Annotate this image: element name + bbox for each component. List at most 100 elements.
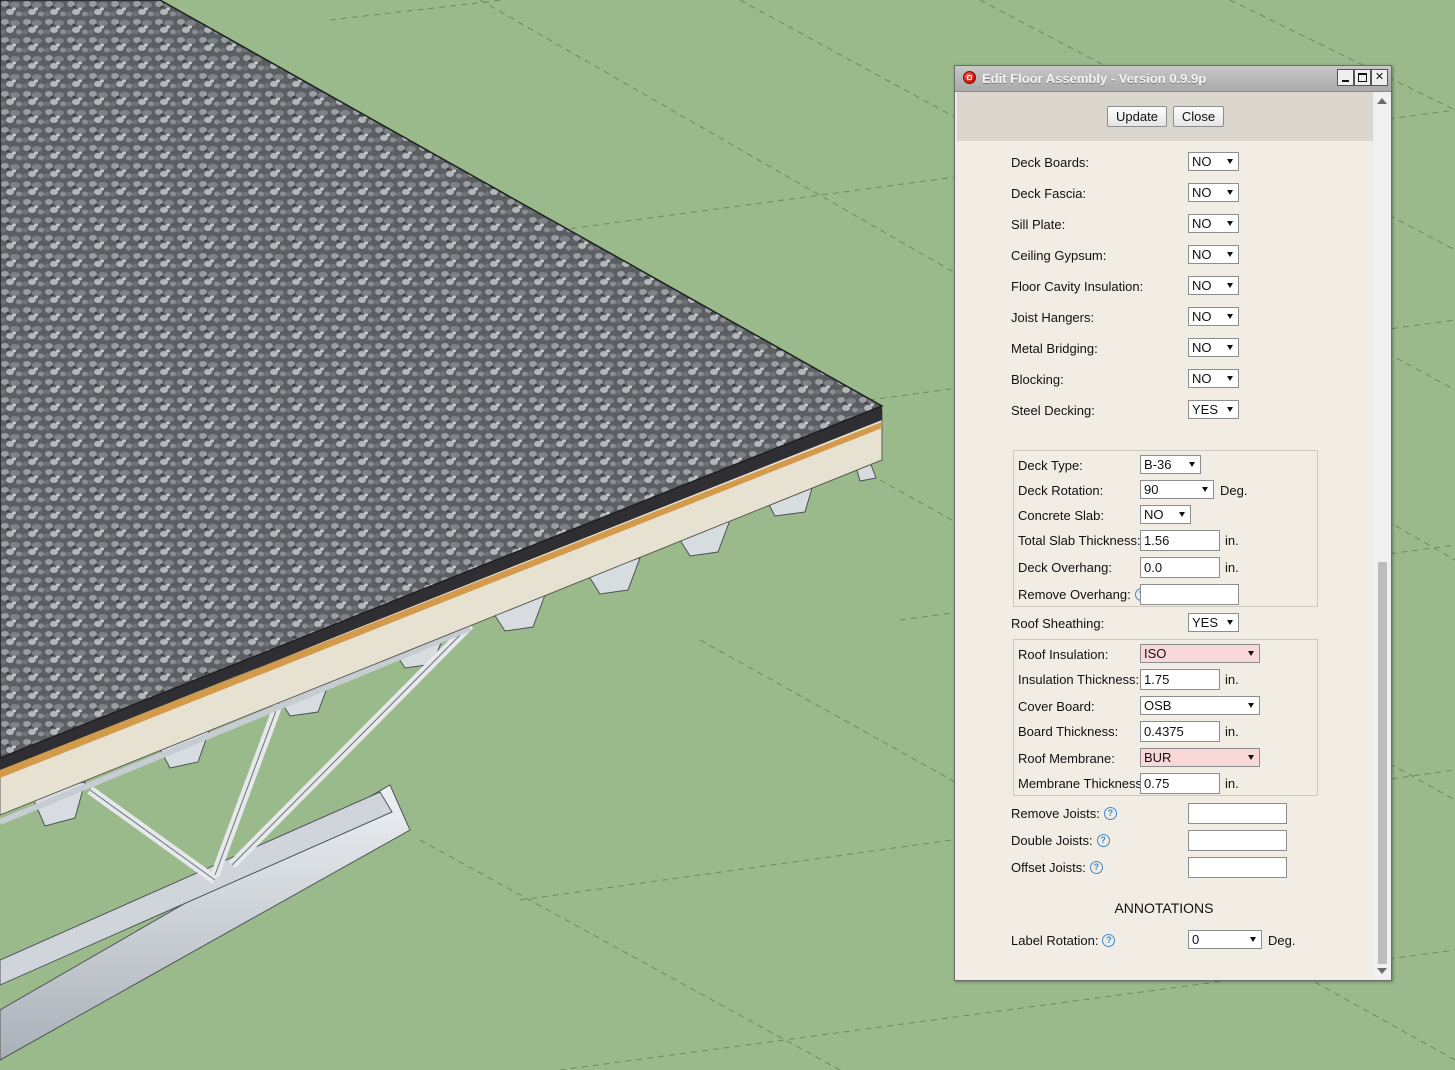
scrollbar-thumb[interactable] [1378, 562, 1387, 964]
double-joists-label: Double Joists: [1011, 833, 1093, 848]
update-button[interactable]: Update [1107, 106, 1167, 127]
roof-sheathing-select[interactable]: YES [1188, 613, 1239, 632]
roof-sheathing-row: Roof Sheathing: YES [955, 613, 1373, 635]
board-thickness-label: Board Thickness: [1018, 724, 1119, 739]
insulation-thickness-input[interactable]: 1.75 [1140, 669, 1220, 690]
joist-hangers-label: Joist Hangers: [1011, 310, 1095, 325]
remove-overhang-row: Remove Overhang:? [1014, 584, 1317, 606]
remove-joists-input[interactable] [1188, 803, 1287, 824]
scroll-down-arrow-icon[interactable] [1377, 968, 1387, 974]
roof-insulation-select[interactable]: ISO [1140, 644, 1260, 663]
sill-plate-label: Sill Plate: [1011, 217, 1066, 232]
membrane-thickness-input[interactable]: 0.75 [1140, 773, 1220, 794]
joist-hangers-row: Joist Hangers: NO [955, 307, 1373, 329]
joist-hangers-select[interactable]: NO [1188, 307, 1239, 326]
roof-assembly-group: Roof Insulation: ISO Insulation Thicknes… [1013, 639, 1318, 796]
double-joists-label-wrap: Double Joists:? [1011, 833, 1110, 848]
dialog-toolbar: Update Close [957, 92, 1373, 141]
metal-bridging-row: Metal Bridging: NO [955, 338, 1373, 360]
board-thickness-row: Board Thickness: 0.4375 in. [1014, 721, 1317, 743]
cover-board-label: Cover Board: [1018, 699, 1095, 714]
concrete-slab-select[interactable]: NO [1140, 505, 1191, 524]
offset-joists-row: Offset Joists:? [955, 857, 1373, 879]
steel-decking-row: Steel Decking: YES [955, 400, 1373, 422]
remove-joists-label: Remove Joists: [1011, 806, 1100, 821]
cover-board-select[interactable]: OSB [1140, 696, 1260, 715]
remove-joists-label-wrap: Remove Joists:? [1011, 806, 1117, 821]
deck-boards-label: Deck Boards: [1011, 155, 1090, 170]
ceiling-gypsum-row: Ceiling Gypsum: NO [955, 245, 1373, 267]
label-rotation-label: Label Rotation: [1011, 933, 1099, 948]
deck-boards-select[interactable]: NO [1188, 152, 1239, 171]
deck-overhang-label: Deck Overhang: [1018, 560, 1112, 575]
label-rotation-unit: Deg. [1268, 933, 1296, 948]
scroll-up-arrow-icon[interactable] [1377, 98, 1387, 104]
dialog-content: Update Close Deck Boards: NO Deck Fascia… [955, 92, 1373, 980]
double-joists-row: Double Joists:? [955, 830, 1373, 852]
blocking-select[interactable]: NO [1188, 369, 1239, 388]
total-slab-thickness-unit: in. [1225, 533, 1239, 548]
metal-bridging-select[interactable]: NO [1188, 338, 1239, 357]
help-icon[interactable]: ? [1103, 807, 1117, 820]
deck-fascia-select[interactable]: NO [1188, 183, 1239, 202]
remove-overhang-input[interactable] [1140, 584, 1239, 605]
total-slab-thickness-label: Total Slab Thickness: [1018, 533, 1141, 548]
sketchup-icon [963, 71, 976, 84]
deck-fascia-label: Deck Fascia: [1011, 186, 1087, 201]
vertical-scrollbar[interactable] [1373, 92, 1391, 980]
offset-joists-input[interactable] [1188, 857, 1287, 878]
deck-type-label: Deck Type: [1018, 458, 1083, 473]
membrane-thickness-row: Membrane Thickness: 0.75 in. [1014, 773, 1317, 795]
deck-type-select[interactable]: B-36 [1140, 455, 1201, 474]
total-slab-thickness-row: Total Slab Thickness: 1.56 in. [1014, 530, 1317, 552]
offset-joists-label-wrap: Offset Joists:? [1011, 860, 1103, 875]
remove-joists-row: Remove Joists:? [955, 803, 1373, 825]
roof-insulation-label: Roof Insulation: [1018, 647, 1109, 662]
edit-floor-assembly-dialog: Edit Floor Assembly - Version 0.9.9p ✕ U… [954, 65, 1392, 981]
insulation-thickness-label: Insulation Thickness: [1018, 672, 1140, 687]
blocking-row: Blocking: NO [955, 369, 1373, 391]
floor-cavity-insulation-label: Floor Cavity Insulation: [1011, 279, 1144, 294]
roof-membrane-select[interactable]: BUR [1140, 748, 1260, 767]
steel-decking-select[interactable]: YES [1188, 400, 1239, 419]
ceiling-gypsum-select[interactable]: NO [1188, 245, 1239, 264]
deck-fascia-row: Deck Fascia: NO [955, 183, 1373, 205]
metal-bridging-label: Metal Bridging: [1011, 341, 1098, 356]
roof-insulation-row: Roof Insulation: ISO [1014, 644, 1317, 666]
help-icon[interactable]: ? [1102, 934, 1116, 947]
insulation-thickness-unit: in. [1225, 672, 1239, 687]
membrane-thickness-label: Membrane Thickness: [1018, 776, 1146, 791]
board-thickness-input[interactable]: 0.4375 [1140, 721, 1220, 742]
roof-sheathing-label: Roof Sheathing: [1011, 616, 1105, 631]
deck-rotation-select[interactable]: 90 [1140, 480, 1214, 499]
title-bar[interactable]: Edit Floor Assembly - Version 0.9.9p ✕ [955, 66, 1391, 92]
deck-type-row: Deck Type: B-36 [1014, 455, 1317, 477]
close-window-button[interactable]: ✕ [1371, 69, 1388, 86]
deck-overhang-input[interactable]: 0.0 [1140, 557, 1220, 578]
help-icon[interactable]: ? [1089, 861, 1103, 874]
board-thickness-unit: in. [1225, 724, 1239, 739]
ceiling-gypsum-label: Ceiling Gypsum: [1011, 248, 1107, 263]
minimize-button[interactable] [1337, 69, 1354, 86]
label-rotation-select[interactable]: 0 [1188, 930, 1262, 949]
total-slab-thickness-input[interactable]: 1.56 [1140, 530, 1220, 551]
deck-rotation-row: Deck Rotation: 90 Deg. [1014, 480, 1317, 502]
concrete-slab-row: Concrete Slab: NO [1014, 505, 1317, 527]
insulation-thickness-row: Insulation Thickness: 1.75 in. [1014, 669, 1317, 691]
floor-cavity-insulation-row: Floor Cavity Insulation: NO [955, 276, 1373, 298]
sill-plate-select[interactable]: NO [1188, 214, 1239, 233]
remove-overhang-label: Remove Overhang: [1018, 587, 1131, 602]
close-button[interactable]: Close [1173, 106, 1224, 127]
offset-joists-label: Offset Joists: [1011, 860, 1086, 875]
maximize-button[interactable] [1354, 69, 1371, 86]
help-icon[interactable]: ? [1096, 834, 1110, 847]
blocking-label: Blocking: [1011, 372, 1064, 387]
floor-cavity-insulation-select[interactable]: NO [1188, 276, 1239, 295]
roof-membrane-label: Roof Membrane: [1018, 751, 1115, 766]
cover-board-row: Cover Board: OSB [1014, 696, 1317, 718]
membrane-thickness-unit: in. [1225, 776, 1239, 791]
window-title: Edit Floor Assembly - Version 0.9.9p [982, 71, 1207, 86]
steel-deck-group: Deck Type: B-36 Deck Rotation: 90 Deg. C… [1013, 450, 1318, 607]
double-joists-input[interactable] [1188, 830, 1287, 851]
sill-plate-row: Sill Plate: NO [955, 214, 1373, 236]
